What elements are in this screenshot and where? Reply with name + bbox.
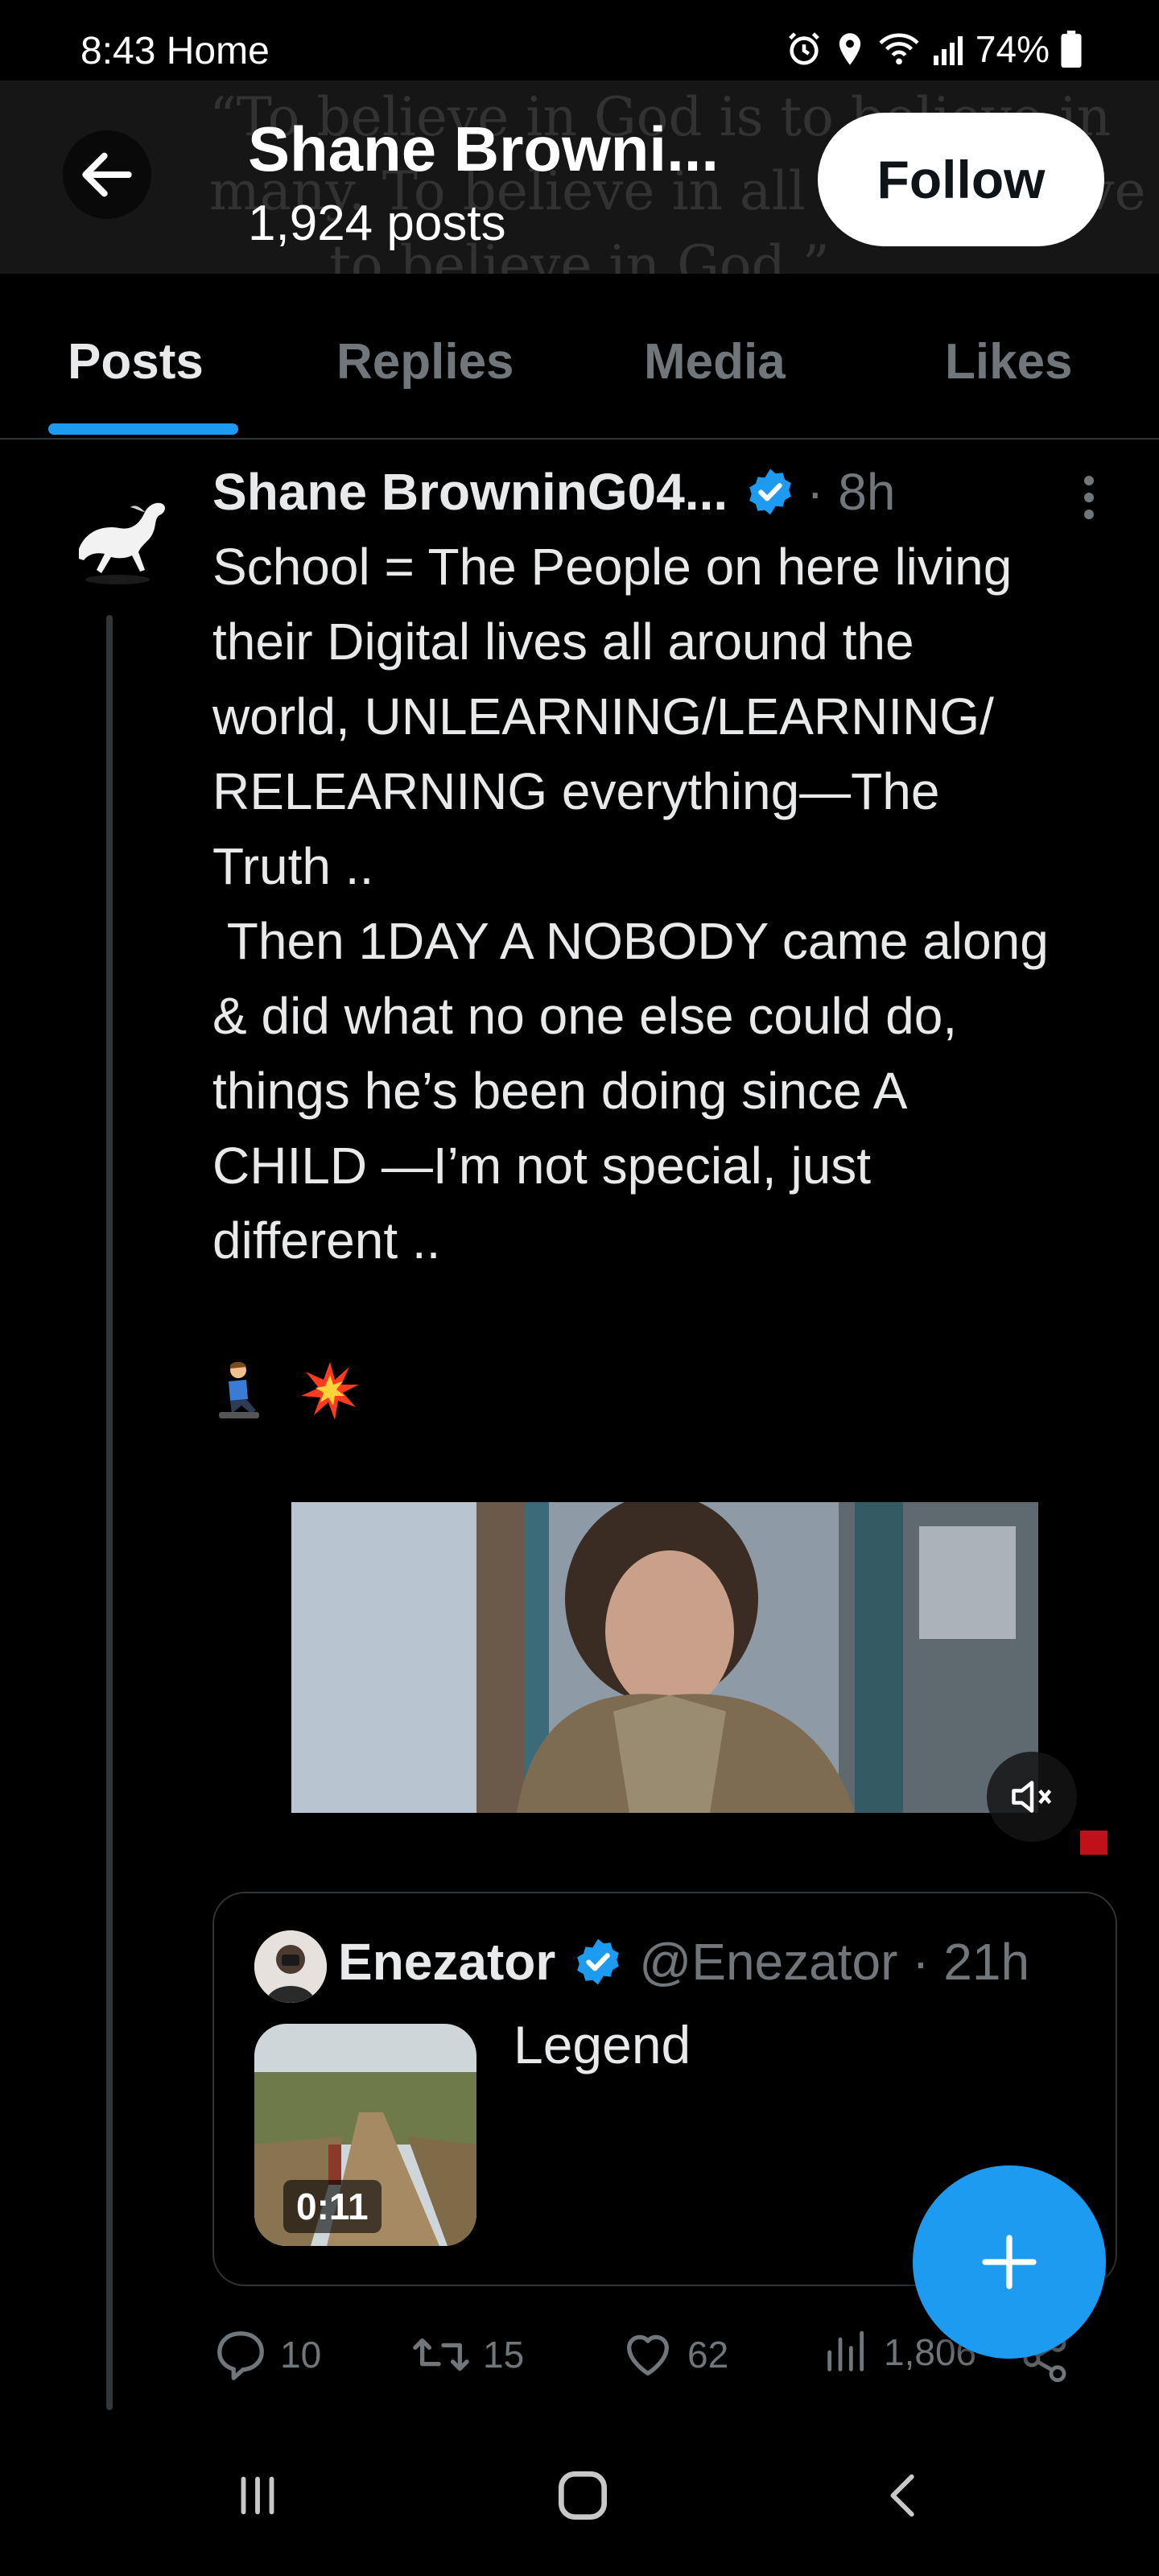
system-navigation-bar <box>0 2415 1159 2576</box>
like-count: 62 <box>687 2334 729 2376</box>
post-author-name[interactable]: Shane BrowninG04... <box>212 462 728 522</box>
tab-replies[interactable]: Replies <box>336 333 514 390</box>
collision-emoji <box>301 1362 359 1420</box>
battery-percent: 74% <box>975 28 1050 70</box>
profile-name: Shane Browni... <box>248 114 720 184</box>
wifi-icon <box>879 33 919 65</box>
post-video[interactable] <box>291 1502 1038 1813</box>
post-text: School = The People on here living their… <box>212 538 1049 1269</box>
reply-action[interactable]: 10 <box>212 2326 321 2383</box>
author-avatar[interactable] <box>61 475 182 596</box>
follow-button[interactable]: Follow <box>818 113 1104 246</box>
video-frame-image <box>291 1502 1038 1813</box>
chevron-left-icon <box>890 2474 914 2517</box>
repost-count: 15 <box>483 2334 525 2376</box>
video-watermark <box>1080 1831 1107 1855</box>
profile-header: “To believe in God is to believe in many… <box>0 80 1159 274</box>
location-icon <box>839 33 861 65</box>
heart-icon <box>627 2334 669 2376</box>
tab-media[interactable]: Media <box>644 333 786 390</box>
battery-icon <box>1061 31 1082 68</box>
more-options-icon[interactable] <box>1077 473 1101 522</box>
thread-line <box>106 615 113 2410</box>
quoted-author-name: Enezator <box>338 1933 556 1991</box>
profile-tabs: Posts Replies Media Likes <box>0 274 1159 440</box>
post-header: Shane BrowninG04... · 8h <box>212 462 895 522</box>
volume-muted-icon <box>1012 1781 1052 1813</box>
post-count: 1,924 posts <box>248 196 506 251</box>
recent-apps-button[interactable] <box>217 2463 298 2528</box>
home-label: Home <box>166 30 270 72</box>
quoted-video-thumbnail[interactable]: 0:11 <box>254 2024 476 2246</box>
views-chart-icon <box>827 2330 864 2372</box>
back-button[interactable] <box>63 130 151 219</box>
mute-button[interactable] <box>987 1752 1077 1842</box>
verified-badge-icon <box>749 469 791 515</box>
repost-icon <box>413 2338 469 2372</box>
tab-likes[interactable]: Likes <box>945 333 1073 390</box>
quoted-handle-time: @Enezator · 21h <box>639 1933 1030 1991</box>
reply-icon <box>217 2331 264 2380</box>
status-time: 8:43 Home <box>80 29 270 73</box>
reply-count: 10 <box>280 2334 322 2376</box>
verified-badge-icon <box>577 1938 620 1985</box>
quoted-post-text: Legend <box>514 2015 691 2074</box>
back-nav-button[interactable] <box>864 2463 945 2528</box>
clock: 8:43 <box>80 30 156 72</box>
video-duration: 0:11 <box>283 2180 382 2233</box>
quoted-post-header: Enezator @Enezator · 21h <box>338 1932 1029 1992</box>
kneeling-man-emoji <box>219 1361 259 1418</box>
status-bar: 8:43 Home 74% <box>0 0 1159 80</box>
arrow-left-icon <box>82 152 132 197</box>
repost-action[interactable]: 15 <box>410 2326 524 2383</box>
quoted-author-avatar <box>254 1930 327 2003</box>
home-button[interactable] <box>542 2463 623 2528</box>
white-horse-image <box>79 502 165 584</box>
tab-posts[interactable]: Posts <box>68 333 204 390</box>
post-time: · 8h <box>806 463 896 521</box>
home-icon <box>559 2471 607 2520</box>
active-tab-indicator <box>48 423 238 435</box>
quoted-avatar-image <box>254 1930 327 2003</box>
plus-icon <box>982 2235 1037 2289</box>
alarm-icon <box>789 32 819 65</box>
post-emoji-row <box>211 1360 361 1422</box>
signal-icon <box>933 36 963 65</box>
compose-post-button[interactable] <box>913 2165 1106 2359</box>
recent-apps-icon <box>241 2476 274 2515</box>
like-action[interactable]: 62 <box>620 2326 728 2383</box>
status-icons: 74% <box>786 27 1082 71</box>
